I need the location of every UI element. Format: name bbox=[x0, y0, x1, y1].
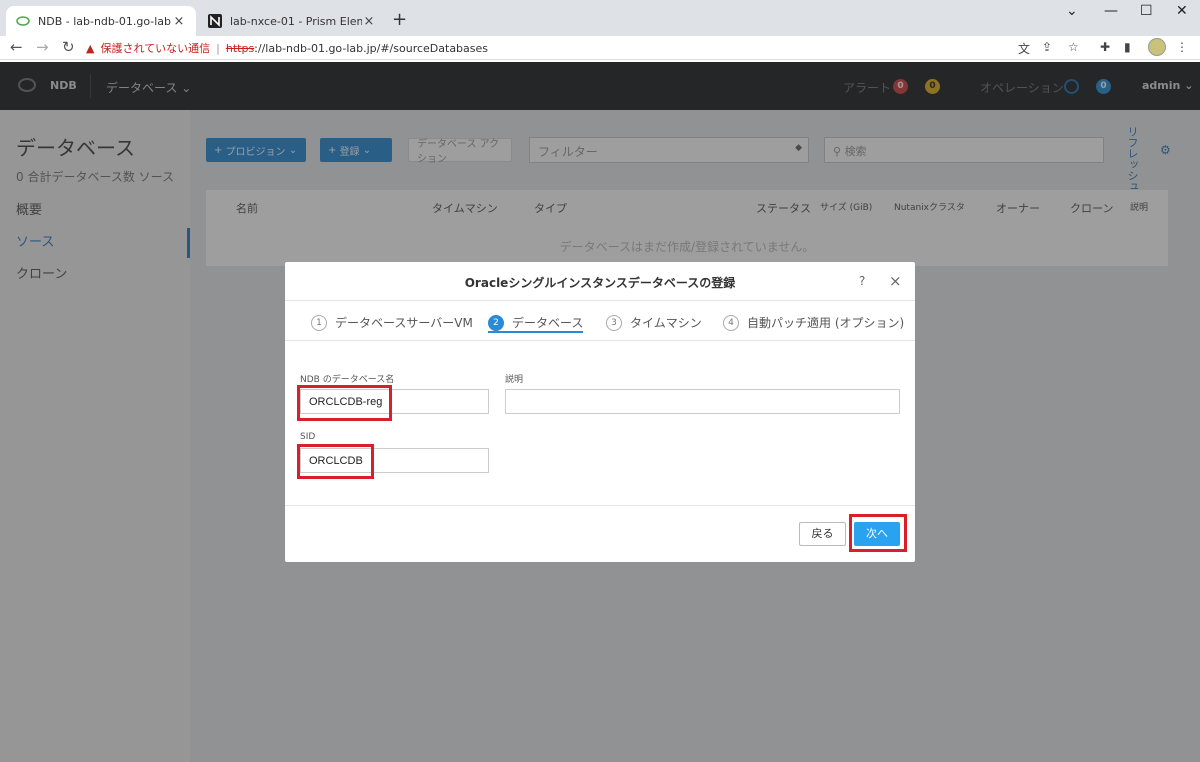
dialog-divider bbox=[285, 300, 915, 301]
share-icon[interactable]: ⇪ bbox=[1042, 40, 1052, 54]
extensions-icon[interactable]: ✚ bbox=[1100, 40, 1110, 54]
wizard-step-server-vm[interactable]: 1 データベースサーバーVM bbox=[311, 314, 473, 331]
highlight-db-name bbox=[297, 385, 392, 421]
side-panel-icon[interactable]: ▮ bbox=[1124, 40, 1131, 54]
browser-tab-prism[interactable]: lab-nxce-01 - Prism Element × bbox=[198, 6, 386, 36]
steps-divider bbox=[285, 340, 915, 341]
insecure-label: 保護されていない通信 bbox=[100, 42, 211, 55]
close-icon[interactable]: × bbox=[889, 272, 902, 290]
ndb-favicon-icon bbox=[16, 14, 30, 28]
db-name-label: NDB のデータベース名 bbox=[300, 375, 395, 385]
register-database-dialog: Oracleシングルインスタンスデータベースの登録 ? × 1 データベースサーバ… bbox=[285, 262, 915, 562]
wizard-step-time-machine[interactable]: 3 タイムマシン bbox=[606, 314, 702, 331]
close-tab-icon[interactable]: × bbox=[362, 14, 376, 29]
address-bar: ← → ↻ ▲ 保護されていない通信 | https ://lab-ndb-01… bbox=[0, 36, 1200, 60]
minimize-icon[interactable]: — bbox=[1104, 3, 1118, 19]
url-scheme: https bbox=[225, 41, 255, 55]
reload-icon[interactable]: ↻ bbox=[62, 38, 75, 56]
wizard-step-auto-patch[interactable]: 4 自動パッチ適用 (オプション) bbox=[723, 314, 904, 331]
warning-icon: ▲ bbox=[86, 41, 95, 55]
url-separator: | bbox=[216, 41, 220, 55]
wizard-step-database[interactable]: 2 データベース bbox=[488, 314, 584, 333]
new-tab-icon[interactable]: + bbox=[392, 9, 407, 30]
tab-title: lab-nxce-01 - Prism Element bbox=[230, 14, 362, 28]
url-text: ://lab-ndb-01.go-lab.jp/#/sourceDatabase… bbox=[254, 41, 489, 55]
forward-icon[interactable]: → bbox=[36, 38, 49, 56]
nutanix-favicon-icon bbox=[208, 14, 222, 28]
back-icon[interactable]: ← bbox=[10, 38, 23, 56]
tab-title: NDB - lab-ndb-01.go-lab.jp - デー bbox=[38, 15, 172, 28]
description-input[interactable] bbox=[505, 389, 900, 414]
close-window-icon[interactable]: ✕ bbox=[1176, 3, 1188, 19]
browser-tab-ndb[interactable]: NDB - lab-ndb-01.go-lab.jp - デー × bbox=[6, 6, 196, 36]
footer-divider bbox=[285, 505, 915, 506]
browser-tab-bar: NDB - lab-ndb-01.go-lab.jp - デー × lab-nx… bbox=[0, 0, 1200, 36]
bookmark-star-icon[interactable]: ☆ bbox=[1068, 40, 1079, 54]
tab-search-icon[interactable]: ⌄ bbox=[1066, 3, 1078, 19]
highlight-next bbox=[849, 514, 907, 552]
back-button[interactable]: 戻る bbox=[799, 522, 846, 546]
url-field[interactable]: ▲ 保護されていない通信 | https ://lab-ndb-01.go-la… bbox=[86, 37, 1090, 59]
dialog-title: Oracleシングルインスタンスデータベースの登録 bbox=[464, 276, 736, 290]
description-label: 説明 bbox=[505, 375, 524, 385]
highlight-sid bbox=[297, 444, 374, 479]
help-icon[interactable]: ? bbox=[859, 274, 865, 288]
profile-avatar[interactable] bbox=[1148, 38, 1166, 56]
maximize-icon[interactable]: ☐ bbox=[1140, 3, 1153, 19]
translate-icon[interactable]: 文 bbox=[1018, 40, 1030, 57]
close-tab-icon[interactable]: × bbox=[172, 14, 186, 29]
menu-kebab-icon[interactable]: ⋮ bbox=[1176, 40, 1188, 54]
sid-label: SID bbox=[300, 432, 316, 442]
